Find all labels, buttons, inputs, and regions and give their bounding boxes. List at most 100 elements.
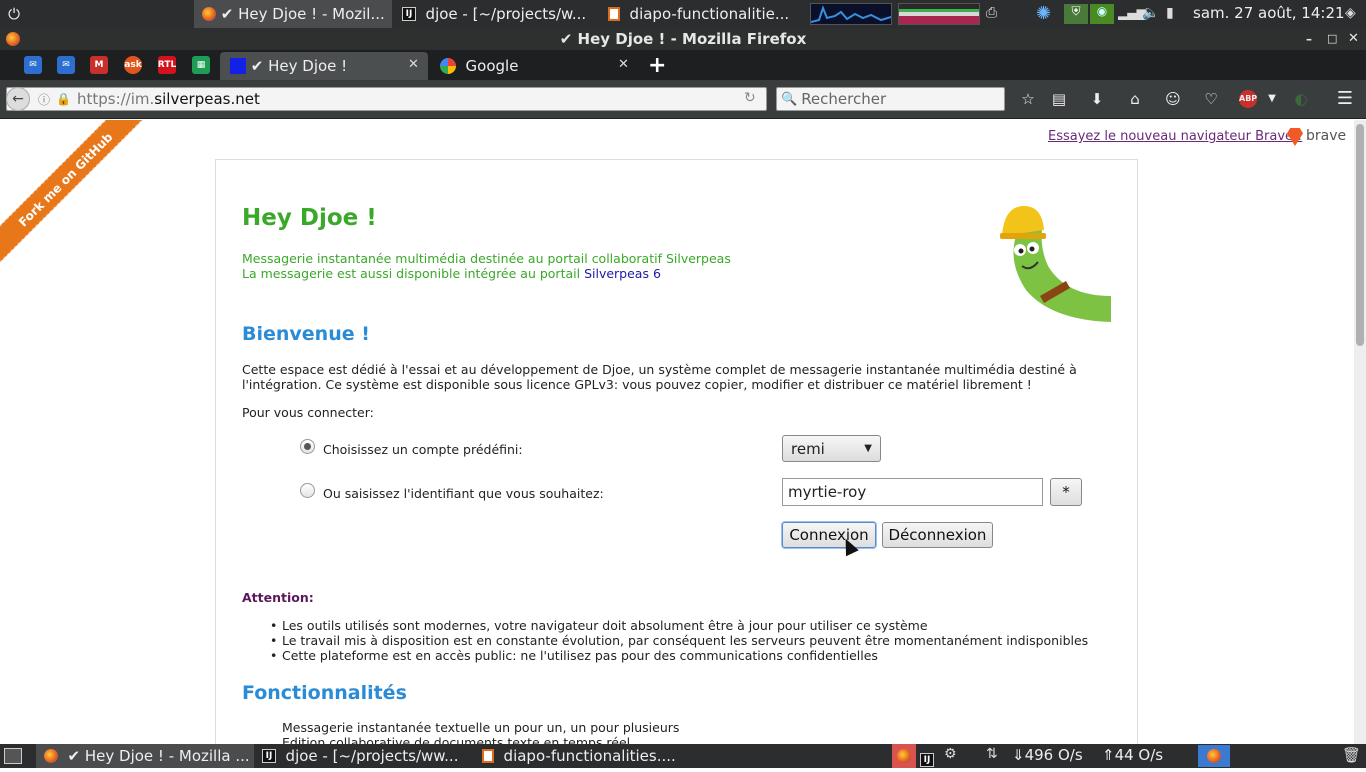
lock-icon: 🔒 [56,92,71,106]
url-bar[interactable]: ← ⓘ 🔒 https://im. silverpeas.net ↻ [6,87,767,111]
mail-icon: ✉ [29,60,37,70]
steam-icon[interactable]: ✺ [1036,3,1056,25]
show-desktop-icon[interactable] [4,748,22,764]
list-item: • Cette plateforme est en accès public: n… [270,648,878,663]
random-username-button[interactable]: * [1050,478,1082,506]
reload-icon[interactable]: ↻ [744,90,756,106]
pocket-icon[interactable]: ♡ [1201,90,1221,108]
pinned-tab-sheets[interactable]: ▦ [192,56,210,74]
firefox-icon [202,7,216,21]
list-item: • Le travail mis à disposition est en con… [270,633,1089,648]
intellij-icon: IJ [262,749,276,763]
search-bar[interactable]: 🔍 Rechercher [776,87,1005,111]
scrollbar-thumb[interactable] [1356,124,1364,346]
quick-launch-firefox[interactable] [892,744,916,768]
option-predefined-label: Choisissez un compte prédéfini: [323,442,523,457]
subtitle-line-1: Messagerie instantanée multimédia destin… [242,251,731,266]
tab-google[interactable]: Google ✕ [430,52,636,80]
radio-custom[interactable] [300,483,315,498]
pinned-tab-mail-2[interactable]: ✉ [57,56,75,74]
features-heading: Fonctionnalités [242,682,407,704]
list-item: •Messagerie instantanée textuelle un pou… [282,720,680,735]
notification-icon[interactable]: ◈ [1345,5,1363,23]
page-title: Hey Djoe ! [242,205,377,231]
tab-close-icon[interactable]: ✕ [408,57,419,72]
panel-window-intellij[interactable]: IJ djoe - [~/projects/w... [396,0,598,28]
wifi-signal-icon[interactable]: ▂▄▆ [1118,6,1146,22]
net-down: ⇓496 O/s [1012,746,1083,764]
power-icon[interactable]: ⏻ [0,0,28,28]
taskbar-firefox-indicator[interactable] [1198,745,1230,767]
maximize-button[interactable]: □ [1327,28,1337,50]
intellij-icon: IJ [402,7,416,21]
taskbar: ✔ Hey Djoe ! - Mozilla ... IJ djoe - [~/… [0,744,1366,768]
radio-dot [304,443,311,450]
quick-launch-intellij[interactable]: IJ [920,748,936,767]
username-input[interactable]: myrtie-roy [782,478,1043,506]
welcome-heading: Bienvenue ! [242,323,370,345]
list-item: • Les outils utilisés sont modernes, votr… [270,618,928,633]
disconnect-button[interactable]: Déconnexion [882,522,993,548]
trash-icon[interactable]: 🗑 [1342,746,1361,764]
extension-icon[interactable]: ◐ [1291,90,1311,108]
minimize-button[interactable]: – [1306,28,1312,50]
reading-list-icon[interactable]: ▤ [1049,90,1069,108]
panel-window-firefox[interactable]: ✔ Hey Djoe ! - Mozil... [194,0,392,28]
pinned-tab-ask[interactable]: ask [124,56,142,74]
firefox-icon [1207,749,1221,763]
info-icon[interactable]: ⓘ [38,91,50,108]
bookmark-star-icon[interactable]: ☆ [1018,90,1038,108]
net-up: ⇑44 O/s [1102,746,1164,764]
nvidia-icon[interactable]: ◉ [1090,4,1114,24]
taskbar-item-firefox[interactable]: ✔ Hey Djoe ! - Mozilla ... [36,744,254,768]
emoji-icon[interactable]: ☺ [1163,90,1183,108]
home-icon[interactable]: ⌂ [1125,90,1145,108]
account-select[interactable]: remi ▼ [782,435,881,462]
settings-icon[interactable]: ⚙ [944,746,957,762]
back-icon[interactable]: ← [6,87,30,111]
chevron-down-icon[interactable]: ▼ [1262,90,1282,108]
features-list: •Messagerie instantanée textuelle un pou… [282,720,679,744]
list-item: •Edition collaborative de documents text… [282,735,631,744]
document-icon [608,7,620,21]
spreadsheet-icon: ▦ [196,60,206,70]
printer-icon[interactable]: ⎙ [986,5,1006,23]
new-tab-icon[interactable]: + [648,53,666,78]
panel-window-diapo[interactable]: diapo-functionalitie... [600,0,800,28]
taskbar-item-diapo[interactable]: diapo-functionalities.... [476,744,686,768]
memory-graph [898,3,980,25]
pinned-tab-gmail[interactable]: M [90,56,108,74]
download-icon[interactable]: ⬇ [1087,90,1107,108]
window-title: ✔ Hey Djoe ! - Mozilla Firefox – □ ✕ [0,28,1366,50]
pinned-tab-mail[interactable]: ✉ [24,56,42,74]
brave-link[interactable]: Essayez le nouveau navigateur Brave ! [1048,129,1302,144]
volume-icon[interactable]: 🔈 [1142,5,1160,23]
network-icon[interactable]: ⇅ [986,746,998,762]
battery-icon[interactable]: ▮ [1166,5,1186,23]
subtitle-line-2: La messagerie est aussi disponible intég… [242,266,661,281]
pinned-tab-rtl[interactable]: RTL [158,56,176,74]
option-custom-label: Ou saisissez l'identifiant que vous souh… [323,486,604,501]
radio-predefined[interactable] [300,439,315,454]
connect-button[interactable]: Connexion [782,522,876,548]
clock[interactable]: sam. 27 août, 14:21 [1193,4,1345,22]
tab-close-icon[interactable]: ✕ [618,57,629,72]
firefox-icon [44,749,58,763]
taskbar-item-intellij[interactable]: IJ djoe - [~/projects/ww... [256,744,472,768]
system-panel: ⏻ ✔ Hey Djoe ! - Mozil... IJ djoe - [~/p… [0,0,1366,28]
silverpeas-link[interactable]: Silverpeas 6 [584,266,661,281]
google-favicon [440,58,456,74]
tab-bar: ✉ ✉ M ask RTL ▦ ✔ Hey Djoe ! ✕ Google ✕ … [0,50,1366,80]
close-button[interactable]: ✕ [1348,28,1359,50]
intellij-icon: IJ [920,753,934,767]
connect-label: Pour vous connecter: [242,405,374,420]
document-icon [482,749,494,763]
fork-me-ribbon[interactable]: Fork me on GitHub [0,120,149,263]
cpu-graph [810,3,892,25]
gmail-icon: M [94,60,104,70]
tab-hey-djoe[interactable]: ✔ Hey Djoe ! ✕ [220,52,428,80]
firefox-icon [6,32,20,46]
menu-icon[interactable]: ☰ [1335,90,1355,108]
adblock-icon[interactable]: ABP [1239,90,1257,108]
security-shield-icon[interactable]: ⛨ [1064,4,1088,24]
